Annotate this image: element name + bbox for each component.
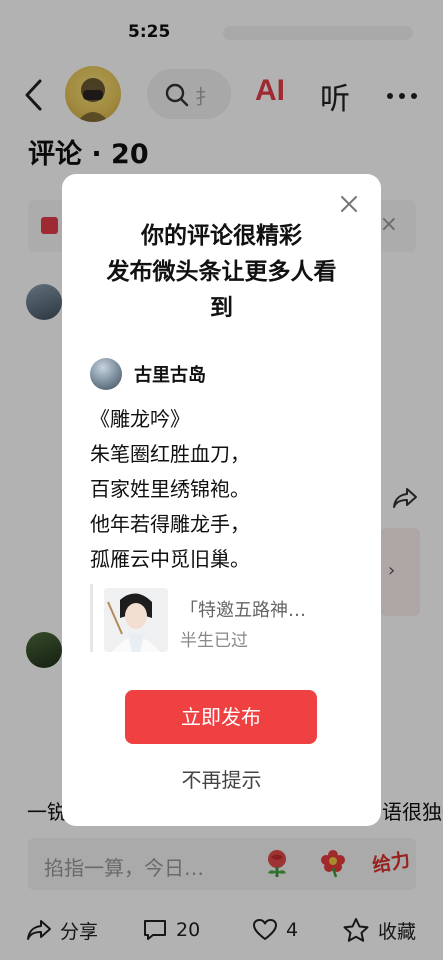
- dialog-title-line: 发布微头条让更多人看: [106, 259, 337, 285]
- dont-remind-button[interactable]: 不再提示: [62, 764, 381, 793]
- poem-line: 《雕龙吟》: [90, 407, 190, 431]
- quote-divider: [90, 584, 93, 652]
- comment-author: 古里古岛: [90, 358, 206, 390]
- poem-line: 孤雁云中觅旧巢。: [90, 547, 250, 571]
- dialog-title: 你的评论很精彩 发布微头条让更多人看 到: [82, 218, 361, 326]
- comment-content: 《雕龙吟》 朱笔圈红胜血刀， 百家姓里绣锦袍。 他年若得雕龙手， 孤雁云中觅旧巢…: [90, 402, 250, 577]
- close-icon[interactable]: [339, 194, 359, 214]
- quoted-article: 「特邀五路神… 半生已过: [90, 584, 360, 652]
- article-subtitle: 半生已过: [180, 631, 248, 651]
- poem-line: 他年若得雕龙手，: [90, 512, 250, 536]
- dialog-title-line: 你的评论很精彩: [141, 223, 302, 249]
- article-thumbnail: [104, 588, 168, 652]
- avatar: [90, 358, 122, 390]
- article-title: 「特邀五路神…: [180, 600, 306, 621]
- dialog-title-line: 到: [210, 295, 233, 321]
- poem-line: 百家姓里绣锦袍。: [90, 477, 250, 501]
- author-name: 古里古岛: [134, 365, 206, 386]
- publish-button[interactable]: 立即发布: [125, 690, 317, 744]
- poem-line: 朱笔圈红胜血刀，: [90, 442, 250, 466]
- publish-dialog: 你的评论很精彩 发布微头条让更多人看 到 古里古岛 《雕龙吟》 朱笔圈红胜血刀，…: [62, 174, 381, 826]
